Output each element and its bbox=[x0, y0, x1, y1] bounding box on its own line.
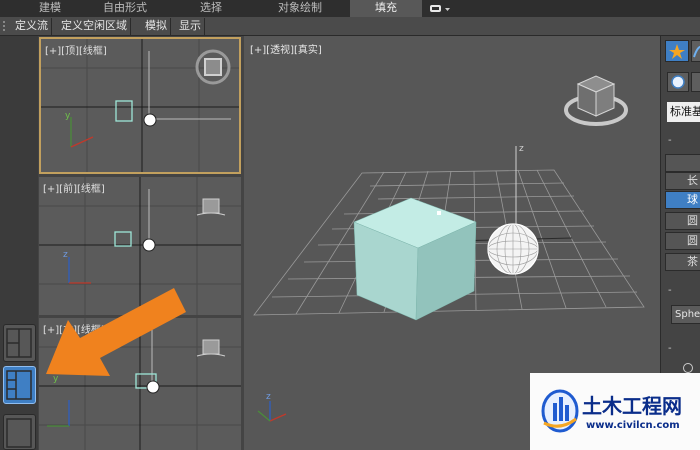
toolbar-grip-icon bbox=[3, 21, 5, 31]
display-button[interactable]: 显示 bbox=[176, 18, 205, 35]
axis-z-label-front: z bbox=[63, 250, 68, 260]
object-type-teapot-button[interactable]: 茶 bbox=[665, 253, 700, 271]
tab-freeform[interactable]: 自由形式 bbox=[80, 0, 170, 17]
create-tab[interactable] bbox=[665, 40, 689, 62]
layout-single-button[interactable] bbox=[3, 414, 36, 450]
viewport-front-label[interactable]: [+][前][线框] bbox=[43, 180, 105, 195]
civilcn-logo-icon bbox=[541, 389, 579, 433]
ribbon-options-icon bbox=[430, 5, 450, 12]
layout-grid-icon bbox=[6, 328, 32, 358]
object-type-torus-button[interactable]: 圆 bbox=[665, 232, 700, 250]
axis-z-label-persp: z bbox=[519, 144, 524, 154]
watermark-title: 土木工程网 bbox=[582, 394, 682, 418]
layout-single-icon bbox=[6, 418, 32, 448]
sphere-geometry-icon bbox=[671, 75, 685, 89]
tab-populate[interactable]: 填充 bbox=[350, 0, 422, 17]
layout-three-left-button[interactable] bbox=[3, 366, 36, 404]
creation-method-rollout-toggle[interactable]: - bbox=[663, 344, 700, 356]
axis-y-label: y bbox=[65, 111, 71, 121]
viewport-top-label[interactable]: [+][顶][线框] bbox=[45, 42, 107, 57]
tab-object-paint[interactable]: 对象绘制 bbox=[255, 0, 345, 17]
tab-selection[interactable]: 选择 bbox=[180, 0, 242, 17]
object-type-cylinder-button[interactable]: 圆 bbox=[665, 212, 700, 230]
annotation-arrow-icon bbox=[46, 288, 186, 376]
name-color-rollout-toggle[interactable]: - bbox=[663, 286, 700, 298]
ribbon-tab-bar: 建模 自由形式 选择 对象绘制 填充 bbox=[0, 0, 700, 17]
modify-icon bbox=[693, 45, 700, 58]
define-flows-button[interactable]: 定义流 bbox=[12, 18, 52, 35]
populate-toolbar: 定义流 定义空闲区域 模拟 显示 bbox=[0, 17, 700, 36]
object-type-box-button[interactable]: 长 bbox=[665, 172, 700, 190]
tab-modeling[interactable]: 建模 bbox=[20, 0, 80, 17]
primitive-type-dropdown[interactable]: 标准基 bbox=[667, 102, 700, 122]
sphere-object bbox=[487, 223, 539, 275]
shapes-category-button[interactable] bbox=[691, 72, 700, 92]
geometry-category-button[interactable] bbox=[667, 72, 689, 92]
layout-quad-button[interactable] bbox=[3, 324, 36, 362]
define-idle-areas-button[interactable]: 定义空闲区域 bbox=[58, 18, 131, 35]
simulate-button[interactable]: 模拟 bbox=[142, 18, 171, 35]
layout-columns-icon bbox=[6, 370, 32, 400]
watermark: 土木工程网 www.civilcn.com bbox=[530, 373, 700, 450]
viewport-perspective-label[interactable]: [+][透视][真实] bbox=[250, 41, 322, 56]
create-star-icon bbox=[669, 44, 685, 59]
object-type-rollout-toggle[interactable]: - bbox=[663, 136, 700, 148]
viewport-top[interactable]: [+][顶][线框] y bbox=[39, 37, 241, 174]
object-type-row-0[interactable] bbox=[665, 154, 700, 172]
max-window: 建模 自由形式 选择 对象绘制 填充 定义流 定义空闲区域 模拟 显示 [+][… bbox=[0, 0, 700, 450]
modify-tab[interactable] bbox=[691, 40, 700, 62]
watermark-url: www.civilcn.com bbox=[586, 420, 680, 431]
ribbon-options-dropdown[interactable] bbox=[426, 1, 454, 15]
viewport-top-scene bbox=[41, 39, 239, 172]
object-type-sphere-button[interactable]: 球 bbox=[665, 191, 700, 209]
axis-z-label-tripod: z bbox=[266, 392, 271, 402]
object-name-field[interactable]: Sphe bbox=[671, 305, 700, 324]
creation-radio[interactable] bbox=[683, 363, 693, 373]
viewcube-icon[interactable] bbox=[564, 75, 628, 126]
viewport-layout-strip bbox=[0, 36, 38, 450]
